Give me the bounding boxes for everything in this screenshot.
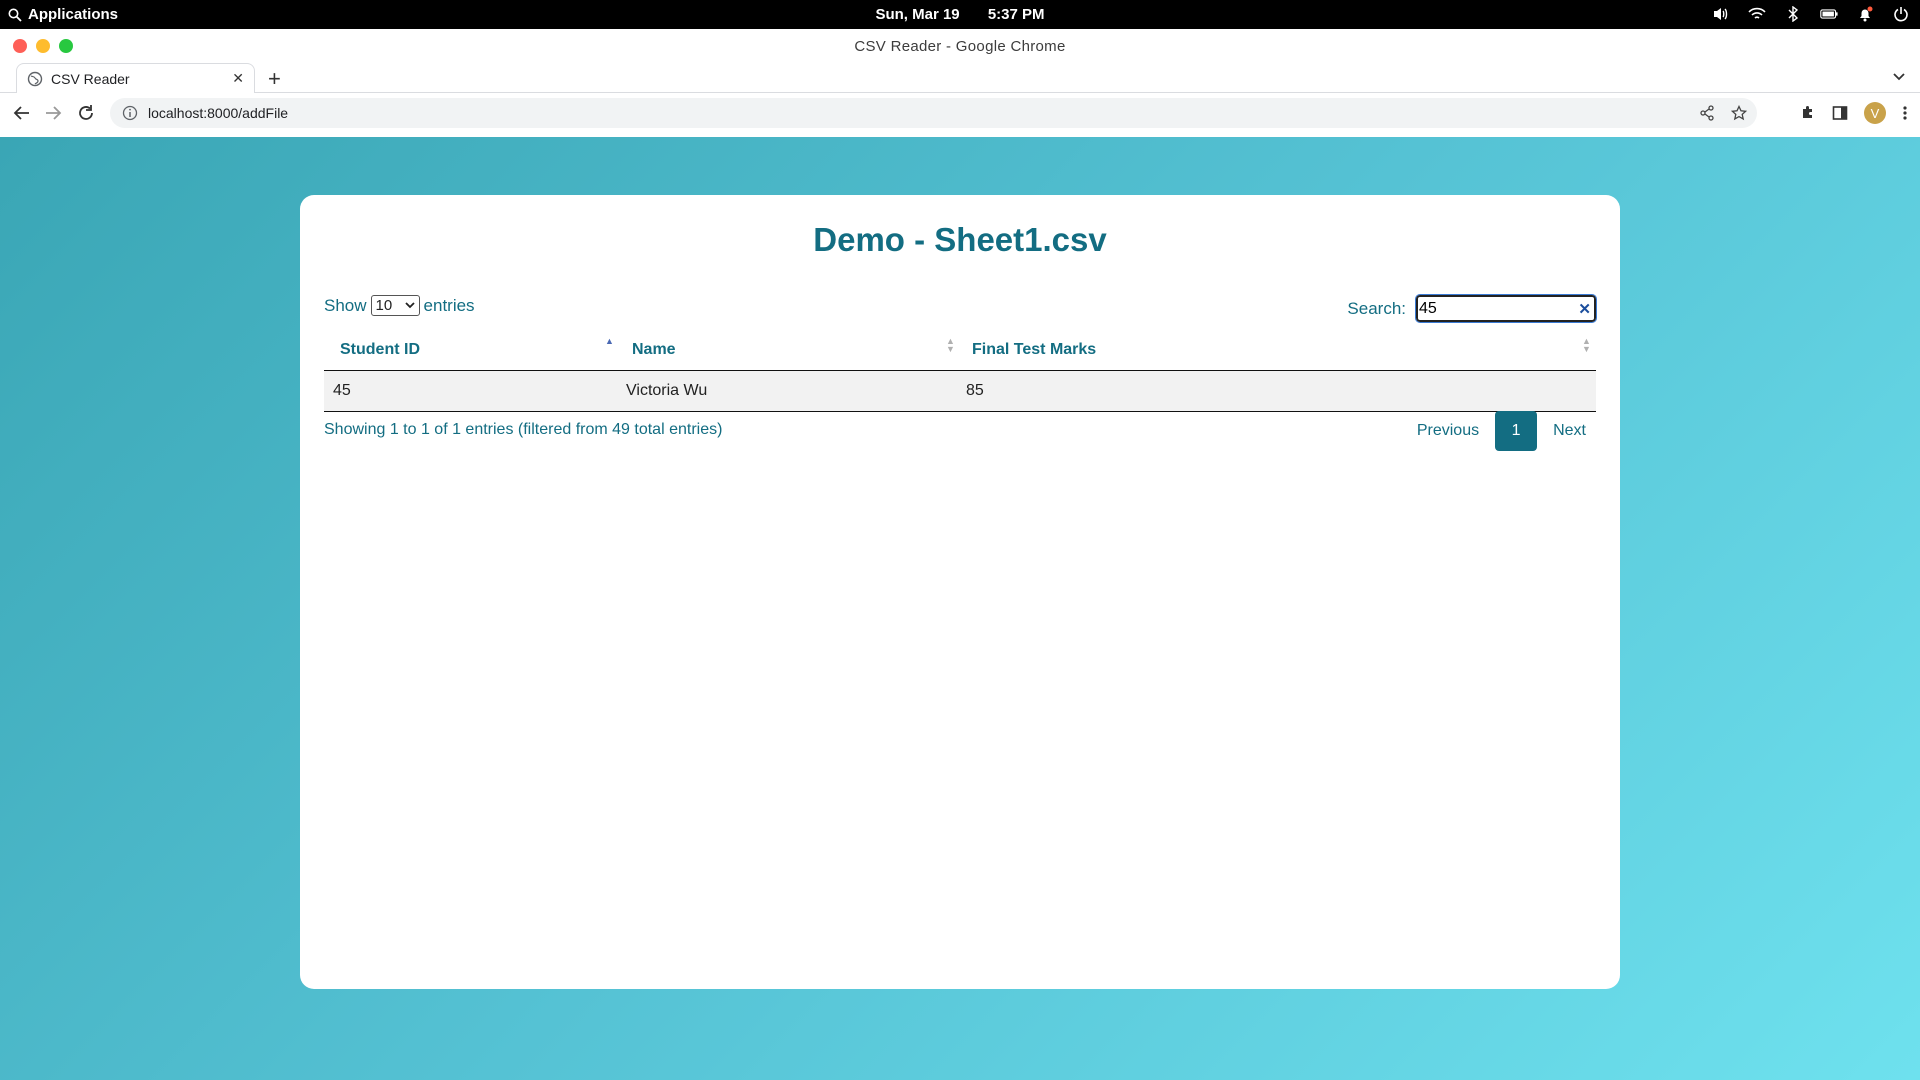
cell-name: Victoria Wu [626, 382, 708, 399]
system-tray [1712, 5, 1910, 23]
entries-select-value: 10 [375, 297, 393, 314]
close-tab-icon[interactable]: ✕ [232, 70, 244, 87]
bookmark-star-icon[interactable] [1731, 105, 1747, 121]
table-info: Showing 1 to 1 of 1 entries (filtered fr… [324, 421, 723, 438]
column-header-name[interactable]: Name [632, 341, 676, 359]
table-header: Student ID ▲ Name ▲ ▼ Final Test Marks ▲ ▼ [324, 331, 1596, 371]
chevron-down-icon[interactable] [1892, 69, 1906, 88]
new-tab-button[interactable]: + [268, 66, 281, 92]
os-top-bar: Applications Sun, Mar 19 5:37 PM [0, 0, 1920, 29]
search-input-value: 45 [1419, 299, 1437, 317]
power-icon[interactable] [1892, 5, 1910, 23]
column-header-student-id[interactable]: Student ID [340, 341, 420, 359]
chevron-down-icon [404, 302, 415, 309]
volume-icon[interactable] [1712, 5, 1730, 23]
url-text: localhost:8000/addFile [148, 105, 289, 121]
extensions-puzzle-icon[interactable] [1800, 105, 1816, 121]
page-title: Demo - Sheet1.csv [813, 221, 1107, 258]
pagination: Previous 1 Next [1401, 411, 1602, 451]
profile-avatar[interactable]: V [1864, 102, 1886, 124]
content-card: Demo - Sheet1.csv Show 10 entries Search… [300, 195, 1620, 989]
cell-final-test-marks: 85 [966, 382, 984, 399]
previous-page-button[interactable]: Previous [1401, 422, 1495, 440]
window-title: CSV Reader - Google Chrome [854, 38, 1066, 55]
site-info-icon[interactable] [122, 105, 138, 121]
bluetooth-icon[interactable] [1784, 5, 1802, 23]
reload-icon[interactable] [76, 103, 96, 123]
address-bar[interactable]: localhost:8000/addFile [110, 98, 1757, 128]
tab-title: CSV Reader [51, 70, 130, 87]
clock[interactable]: Sun, Mar 19 5:37 PM [0, 6, 1920, 23]
page-1-button[interactable]: 1 [1495, 411, 1538, 451]
sort-both-icon[interactable]: ▲ ▼ [946, 337, 955, 354]
entries-length-control: Show 10 entries [324, 295, 475, 316]
forward-icon[interactable] [43, 103, 63, 123]
table-search-control: Search: 45 ✕ [1347, 294, 1597, 323]
globe-icon [27, 71, 43, 86]
back-icon[interactable] [12, 103, 32, 123]
browser-toolbar: localhost:8000/addFile V [0, 93, 1920, 133]
show-label: Show [324, 295, 367, 315]
notification-bell-icon[interactable] [1856, 5, 1874, 23]
page-viewport: Demo - Sheet1.csv Show 10 entries Search… [0, 137, 1920, 1080]
search-input[interactable]: 45 ✕ [1415, 294, 1597, 323]
battery-icon[interactable] [1820, 5, 1838, 23]
wifi-icon[interactable] [1748, 5, 1766, 23]
tab-csv-reader[interactable]: CSV Reader ✕ [16, 63, 255, 93]
entries-label: entries [423, 295, 475, 315]
clock-date: Sun, Mar 19 [875, 6, 960, 23]
sort-ascending-icon[interactable]: ▲ [605, 337, 614, 346]
clear-search-icon[interactable]: ✕ [1578, 300, 1591, 318]
share-icon[interactable] [1699, 105, 1715, 121]
search-label: Search: [1347, 298, 1406, 318]
tab-strip: CSV Reader ✕ + [0, 63, 1920, 93]
title-bar: CSV Reader - Google Chrome [0, 29, 1920, 63]
more-menu-icon[interactable] [1902, 105, 1908, 121]
table-row: 45 Victoria Wu 85 [324, 371, 1596, 412]
entries-select[interactable]: 10 [370, 295, 420, 316]
side-panel-icon[interactable] [1832, 105, 1848, 121]
next-page-button[interactable]: Next [1537, 422, 1602, 440]
clock-time: 5:37 PM [987, 6, 1045, 23]
sort-both-icon[interactable]: ▲ ▼ [1582, 337, 1591, 354]
cell-student-id: 45 [333, 382, 351, 399]
data-table: Student ID ▲ Name ▲ ▼ Final Test Marks ▲ ▼… [324, 331, 1596, 412]
column-header-final-test-marks[interactable]: Final Test Marks [972, 341, 1096, 359]
